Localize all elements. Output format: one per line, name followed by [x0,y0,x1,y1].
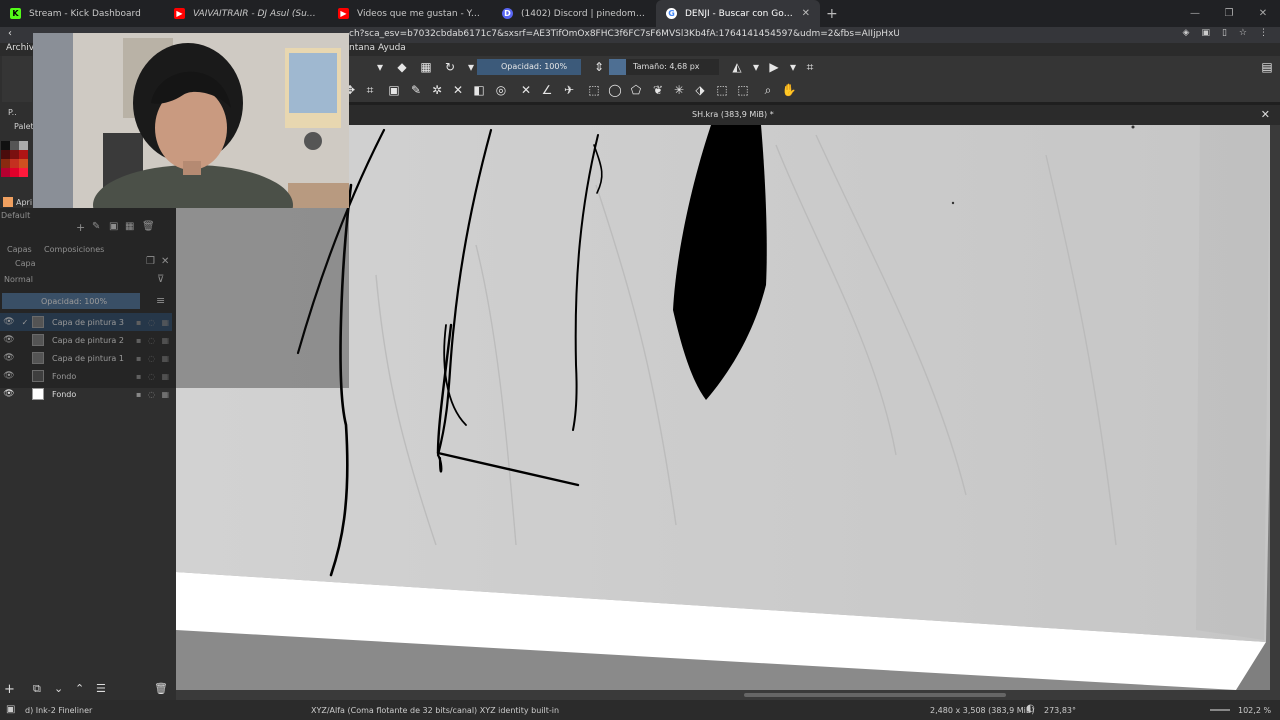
new-tab-button[interactable]: + [826,6,838,22]
polygon-select-icon[interactable]: ⬠ [628,82,644,98]
lasso-select-icon[interactable]: ❦ [650,82,666,98]
tab-label: Videos que me gustan - YouTube [357,8,482,19]
browser-tab[interactable]: D (1402) Discord | pinedomtz, elkaneky [492,0,656,27]
sidebar-icon[interactable]: ▯ [1222,28,1227,38]
alpha-lock-icon[interactable]: ▦ [418,59,434,75]
minimize-icon[interactable]: — [1178,0,1212,27]
layer-name: Fondo [52,389,77,399]
dropdown-arrow-icon[interactable]: ▾ [372,59,388,75]
reload-brush-icon[interactable]: ↻ [442,59,458,75]
pan-tool-icon[interactable]: ✋ [781,82,797,98]
size-label: Tamaño: 4,68 px [633,62,700,71]
move-up-icon[interactable]: ⌃ [75,682,84,695]
extensions-area: ◈ ▣ ▯ ☆ ⋮ [1183,28,1268,38]
apply-label: Apri [16,198,33,207]
smart-patch-icon[interactable]: ✕ [450,82,466,98]
tool-options-label: P.. [8,108,17,117]
layer-properties-icon[interactable]: ☰ [96,682,106,695]
similar-select-icon[interactable]: ⬗ [692,82,708,98]
vertical-scrollbar[interactable] [1270,125,1280,690]
magic-wand-icon[interactable]: ✳ [671,82,687,98]
close-window-icon[interactable]: ✕ [1246,0,1280,27]
screenshot-icon[interactable]: ▣ [1201,28,1210,38]
enclose-fill-icon[interactable]: ◎ [493,82,509,98]
measure-tool-icon[interactable]: ✕ [518,82,534,98]
duplicate-layer-icon[interactable]: ⧉ [33,682,41,696]
browser-tab[interactable]: K Stream - Kick Dashboard [0,0,164,27]
window-controls: — ❐ ✕ [1178,0,1280,27]
browser-tab[interactable]: ▶ Videos que me gustan - YouTube [328,0,492,27]
layer-actions-bar: + ⧉ ⌄ ⌃ ☰ 🗑 [0,680,176,700]
gradient-tool-icon[interactable]: ▣ [386,82,402,98]
crop-tool-icon[interactable]: ⌗ [362,82,378,98]
wrap-around-icon[interactable]: ⌗ [802,59,818,75]
close-icon[interactable]: ✕ [802,8,810,19]
dropdown-arrow-icon[interactable]: ▾ [748,59,764,75]
workspace-icon[interactable]: ▤ [1259,59,1275,75]
rotation-icon[interactable]: ◐ [1026,703,1035,714]
menu-window[interactable]: ntana [349,43,375,53]
image-dimensions: 2,480 x 3,508 (383,9 MiB) [930,706,1035,715]
menu-help[interactable]: Ayuda [378,43,406,53]
zoom-value: 102,2 % [1238,706,1272,715]
status-bar: ▣ d) Ink-2 Fineliner XYZ/Alfa (Coma flot… [0,700,1280,720]
size-swatch [609,59,626,75]
tab-label: (1402) Discord | pinedomtz, elkaneky [521,8,646,19]
eraser-icon[interactable]: ◆ [394,59,410,75]
browser-tab-strip: K Stream - Kick Dashboard ▶ VAIVAITRAIR … [0,0,1280,27]
tool-tabs [2,56,32,102]
rotation-value: 273,83° [1044,706,1076,715]
scrollbar-thumb[interactable] [744,693,1006,697]
move-down-icon[interactable]: ⌄ [54,682,63,695]
add-layer-button[interactable]: + [4,682,15,697]
youtube-favicon-icon: ▶ [338,8,349,19]
ellipse-select-icon[interactable]: ◯ [607,82,623,98]
magnetic-select-icon[interactable]: ⬚ [735,82,751,98]
layer-lock-icons[interactable]: ▪ ◌ ▦ [136,390,172,399]
google-favicon-icon: G [666,8,677,19]
tab-label: VAIVAITRAIR - DJ Asul (Super [193,8,318,19]
menu-icon[interactable]: ⋮ [1259,28,1268,38]
close-document-icon[interactable]: ✕ [1261,108,1270,121]
angle-tool-icon[interactable]: ∠ [539,82,555,98]
tab-label: DENJI - Buscar con Google [685,8,796,19]
webcam-overlay [33,33,349,208]
webcam-feed [33,33,349,208]
opacity-slider[interactable]: Opacidad: 100% [477,59,581,75]
transform-tool-icon[interactable]: ✲ [429,82,445,98]
browser-tab[interactable]: ▶ VAIVAITRAIR - DJ Asul (Super [164,0,328,27]
color-space-info: XYZ/Alfa (Coma flotante de 32 bits/canal… [311,706,560,715]
extension-icon[interactable]: ◈ [1183,28,1190,38]
fill-tool-icon[interactable]: ◧ [471,82,487,98]
document-title: SH.kra (383,9 MiB) * [692,110,774,119]
palette-label: Palet [14,122,34,131]
back-icon[interactable]: ‹ [8,28,12,39]
kick-favicon-icon: K [10,8,21,19]
discord-favicon-icon: D [502,8,513,19]
spin-arrows-icon[interactable]: ⇕ [591,59,607,75]
layer-thumbnail [32,388,44,400]
horizontal-scrollbar[interactable] [176,690,1280,700]
eyedropper-tool-icon[interactable]: ✎ [408,82,424,98]
browser-tab-active[interactable]: G DENJI - Buscar con Google ✕ [656,0,820,27]
delete-layer-icon[interactable]: 🗑 [154,682,168,695]
restore-icon[interactable]: ❐ [1212,0,1246,27]
dropdown-arrow-icon[interactable]: ▾ [785,59,801,75]
visibility-eye-icon[interactable]: 👁 [0,389,18,399]
bookmark-icon[interactable]: ☆ [1239,28,1247,38]
zoom-tool-icon[interactable]: ⌕ [760,82,776,98]
url-field[interactable]: ch?sca_esv=b7032cbdab6171c7&sxsrf=AE3Tif… [349,29,899,41]
overlay-shadow [0,208,349,388]
mirror-horizontal-icon[interactable]: ◭ [729,59,745,75]
tab-label: Stream - Kick Dashboard [29,8,141,19]
brush-preset-name: d) Ink-2 Fineliner [25,706,93,715]
bezier-select-icon[interactable]: ⬚ [714,82,730,98]
pin-tool-icon[interactable]: ✈ [561,82,577,98]
youtube-favicon-icon: ▶ [174,8,185,19]
zoom-slider[interactable] [1210,709,1230,711]
brush-preset-icon[interactable]: ▣ [6,704,15,715]
mirror-vertical-icon[interactable]: ▶ [766,59,782,75]
rect-select-icon[interactable]: ⬚ [586,82,602,98]
